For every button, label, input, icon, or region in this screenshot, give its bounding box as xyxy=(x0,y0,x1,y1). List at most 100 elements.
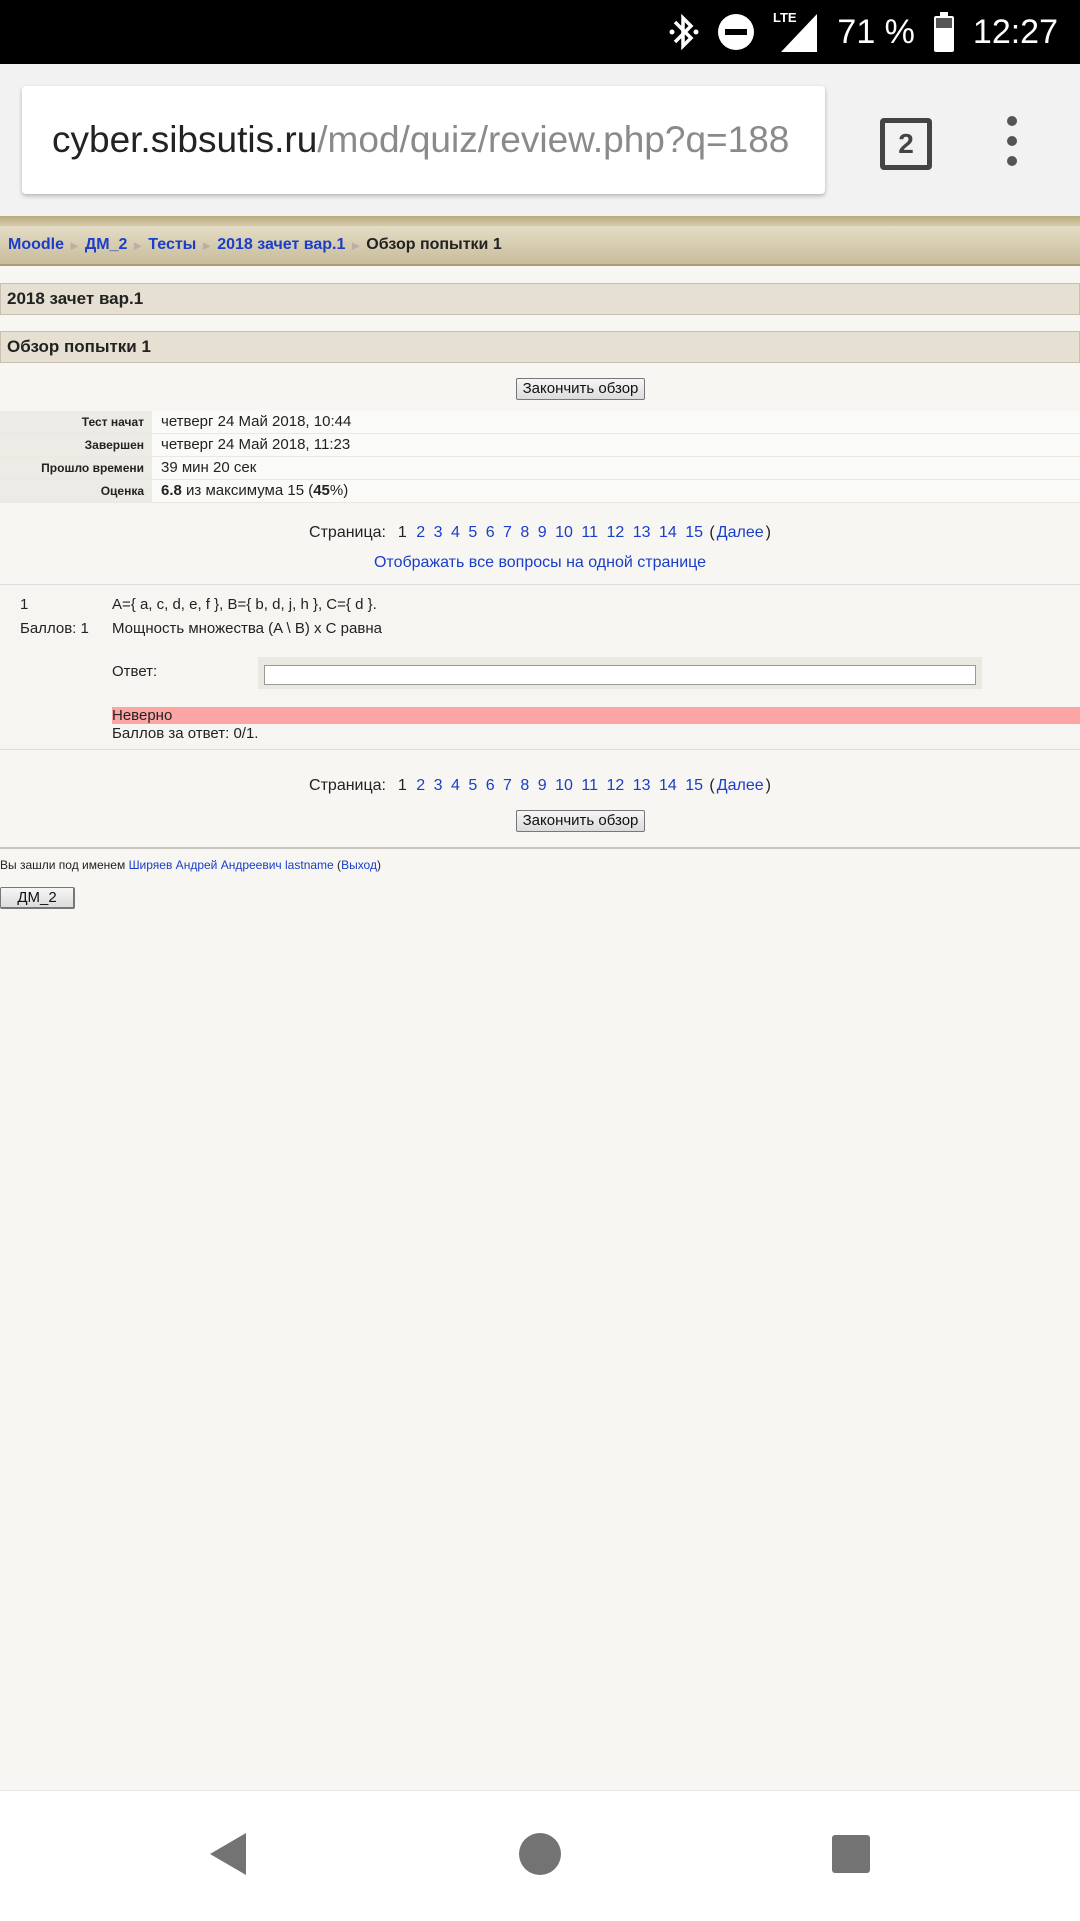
login-info: Вы зашли под именем Ширяев Андрей Андрее… xyxy=(0,858,381,872)
pager-page-link[interactable]: 13 xyxy=(633,524,651,541)
clock: 12:27 xyxy=(972,12,1058,51)
url-path: /mod/quiz/review.php?q=188 xyxy=(317,119,790,160)
breadcrumb-moodle[interactable]: Moodle xyxy=(8,236,64,254)
pager-page-link[interactable]: 10 xyxy=(555,524,573,541)
summary-value: четверг 24 Май 2018, 10:44 xyxy=(152,411,1080,433)
question-line-2: Мощность множества (A \ B) x C равна xyxy=(112,620,382,637)
summary-row-started: Тест начат четверг 24 Май 2018, 10:44 xyxy=(0,411,1080,434)
breadcrumb-separator: ► xyxy=(68,237,81,253)
breadcrumb-separator: ► xyxy=(131,237,145,253)
pager-page-link[interactable]: 5 xyxy=(468,777,477,794)
show-all-link[interactable]: Отображать все вопросы на одной странице xyxy=(0,554,1080,572)
pager-page-link[interactable]: 6 xyxy=(486,524,495,541)
pager-page-link[interactable]: 2 xyxy=(416,777,425,794)
pager-page-link[interactable]: 4 xyxy=(451,777,460,794)
breadcrumb-course[interactable]: ДМ_2 xyxy=(85,236,128,254)
pager-page-link[interactable]: 9 xyxy=(538,777,547,794)
summary-label: Тест начат xyxy=(0,411,152,433)
pager-page-link[interactable]: 15 xyxy=(685,777,703,794)
summary-value: четверг 24 Май 2018, 11:23 xyxy=(152,434,1080,456)
summary-row-grade: Оценка 6.8 из максимума 15 (45%) xyxy=(0,480,1080,503)
pager-page-link[interactable]: 6 xyxy=(486,777,495,794)
finish-review-button[interactable]: Закончить обзор xyxy=(516,378,645,400)
pager-page-link[interactable]: 4 xyxy=(451,524,460,541)
grade-score: 6.8 xyxy=(161,482,182,499)
pager-page-link[interactable]: 8 xyxy=(520,524,529,541)
pager-page-link[interactable]: 12 xyxy=(606,524,624,541)
pager-page-link[interactable]: 5 xyxy=(468,524,477,541)
pager-page-link[interactable]: 14 xyxy=(659,524,677,541)
summary-row-completed: Завершен четверг 24 Май 2018, 11:23 xyxy=(0,434,1080,457)
grade-text-end: %) xyxy=(329,482,349,499)
question-line-1: A={ a, c, d, e, f }, B={ b, d, j, h }, C… xyxy=(112,596,377,613)
pager-page-link[interactable]: 11 xyxy=(581,777,598,794)
logout-link[interactable]: Выход xyxy=(341,858,377,872)
finish-review-button[interactable]: Закончить обзор xyxy=(516,810,645,832)
question-1: 1 Баллов: 1 A={ a, c, d, e, f }, B={ b, … xyxy=(0,584,1080,750)
battery-icon xyxy=(933,12,955,52)
grade-text: из максимума 15 ( xyxy=(181,482,314,499)
pager-next[interactable]: Далее xyxy=(717,777,764,794)
moodle-logo xyxy=(0,216,1080,226)
summary-value: 6.8 из максимума 15 (45%) xyxy=(152,480,1080,502)
browser-toolbar: cyber.sibsutis.ru/mod/quiz/review.php?q=… xyxy=(0,64,1080,216)
pager-next[interactable]: Далее xyxy=(717,524,764,541)
incorrect-feedback: Неверно xyxy=(112,707,1080,724)
question-number: 1 xyxy=(20,596,29,613)
summary-label: Прошло времени xyxy=(0,457,152,479)
quiz-title: 2018 зачет вар.1 xyxy=(0,283,1080,315)
pager-page-link[interactable]: 7 xyxy=(503,777,512,794)
course-button[interactable]: ДМ_2 xyxy=(0,887,75,909)
summary-label: Завершен xyxy=(0,434,152,456)
pager-page-link[interactable]: 3 xyxy=(434,777,443,794)
grade-percent: 45 xyxy=(313,482,330,499)
pager-label: Страница: xyxy=(309,524,386,541)
summary-label: Оценка xyxy=(0,480,152,502)
breadcrumb-quiz[interactable]: 2018 зачет вар.1 xyxy=(217,236,345,254)
pager-page-link[interactable]: 8 xyxy=(520,777,529,794)
pager-page-link[interactable]: 3 xyxy=(434,524,443,541)
pager-label: Страница: xyxy=(309,777,386,794)
tab-switcher-button[interactable]: 2 xyxy=(880,118,932,170)
pager-page-link[interactable]: 12 xyxy=(606,777,624,794)
answer-label: Ответ: xyxy=(112,663,158,680)
question-points: Баллов: 1 xyxy=(20,620,89,637)
address-bar[interactable]: cyber.sibsutis.ru/mod/quiz/review.php?q=… xyxy=(22,86,825,194)
answer-input[interactable] xyxy=(264,665,976,685)
breadcrumb-tests[interactable]: Тесты xyxy=(148,236,196,254)
menu-icon[interactable] xyxy=(1004,116,1020,166)
battery-percent: 71 % xyxy=(837,12,915,51)
do-not-disturb-icon xyxy=(717,13,755,51)
back-icon[interactable] xyxy=(210,1833,246,1875)
question-text: A={ a, c, d, e, f }, B={ b, d, j, h }, C… xyxy=(112,593,382,641)
login-prefix: Вы зашли под именем xyxy=(0,858,129,872)
pager-pages: 2 3 4 5 6 7 8 9 10 11 12 13 14 15 xyxy=(410,524,705,541)
attempt-summary: Тест начат четверг 24 Май 2018, 10:44 За… xyxy=(0,411,1080,503)
system-navigation-bar xyxy=(0,1790,1080,1921)
pager-page-link[interactable]: 7 xyxy=(503,524,512,541)
user-profile-link[interactable]: Ширяев Андрей Андреевич lastname xyxy=(129,858,334,872)
status-bar: LTE 71 % 12:27 xyxy=(0,0,1080,64)
pager-current: 1 xyxy=(397,524,407,541)
pager-page-link[interactable]: 15 xyxy=(685,524,703,541)
home-icon[interactable] xyxy=(519,1833,561,1875)
bluetooth-icon xyxy=(669,12,699,52)
pager-bottom: Страница: 1 2 3 4 5 6 7 8 9 10 11 12 13 … xyxy=(309,777,771,794)
breadcrumb-separator: ► xyxy=(200,237,214,253)
question-info: 1 Баллов: 1 xyxy=(20,593,89,641)
breadcrumb-separator: ► xyxy=(349,237,363,253)
breadcrumb-current: Обзор попытки 1 xyxy=(366,236,502,253)
pager-top: Страница: 1 2 3 4 5 6 7 8 9 10 11 12 13 … xyxy=(309,524,771,541)
pager-page-link[interactable]: 9 xyxy=(538,524,547,541)
pager-page-link[interactable]: 13 xyxy=(633,777,651,794)
pager-page-link[interactable]: 10 xyxy=(555,777,573,794)
pager-page-link[interactable]: 11 xyxy=(581,524,598,541)
pager-pages: 2 3 4 5 6 7 8 9 10 11 12 13 14 15 xyxy=(410,777,705,794)
summary-row-time-taken: Прошло времени 39 мин 20 сек xyxy=(0,457,1080,480)
summary-value: 39 мин 20 сек xyxy=(152,457,1080,479)
breadcrumb: Moodle ► ДМ_2 ► Тесты ► 2018 зачет вар.1… xyxy=(0,226,1080,266)
divider xyxy=(0,847,1080,849)
pager-page-link[interactable]: 14 xyxy=(659,777,677,794)
pager-page-link[interactable]: 2 xyxy=(416,524,425,541)
recent-apps-icon[interactable] xyxy=(832,1835,870,1873)
